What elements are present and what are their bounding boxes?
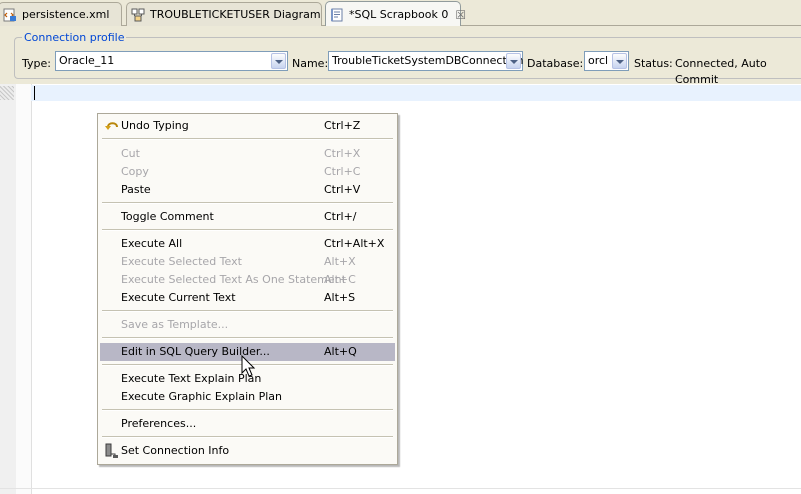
menu-separator [102, 229, 393, 231]
mouse-pointer-icon [241, 355, 256, 377]
sql-scrapbook-icon [331, 8, 343, 21]
editor-divider [0, 488, 801, 489]
menu-item-copy[interactable]: Copy Ctrl+C [100, 163, 395, 181]
menu-separator [102, 138, 393, 140]
diagram-icon [131, 8, 145, 21]
xml-file-icon [3, 8, 16, 21]
database-value: orcl [588, 54, 609, 67]
menu-separator [102, 436, 393, 438]
menu-item-execute-current-text[interactable]: Execute Current Text Alt+S [100, 289, 395, 307]
menu-item-execute-selected-text[interactable]: Execute Selected Text Alt+X [100, 253, 395, 271]
menu-item-undo-typing[interactable]: Undo Typing Ctrl+Z [100, 117, 395, 135]
type-label: Type: [22, 57, 51, 70]
menu-item-toggle-comment[interactable]: Toggle Comment Ctrl+/ [100, 208, 395, 226]
menu-item-paste[interactable]: Paste Ctrl+V [100, 181, 395, 199]
menu-separator [102, 409, 393, 411]
name-value: TroubleTicketSystemDBConnection [332, 54, 524, 67]
menu-item-cut[interactable]: Cut Ctrl+X [100, 145, 395, 163]
type-value: Oracle_11 [59, 54, 115, 67]
connection-profile-panel: Connection profile Type: Oracle_11 Name:… [0, 26, 801, 86]
menu-separator [102, 310, 393, 312]
chevron-down-icon[interactable] [271, 53, 286, 69]
editor-tab-bar: persistence.xml TROUBLETICKETUSER Diagra… [0, 0, 801, 27]
menu-item-preferences[interactable]: Preferences... [100, 415, 395, 433]
menu-item-execute-selected-one-statement[interactable]: Execute Selected Text As One Statement A… [100, 271, 395, 289]
name-label: Name: [292, 57, 329, 70]
close-tab-icon[interactable]: ☒ [455, 8, 466, 22]
database-label: Database: [527, 57, 584, 70]
menu-item-set-connection-info[interactable]: Set Connection Info [100, 442, 395, 460]
name-combo[interactable]: TroubleTicketSystemDBConnection [328, 51, 524, 71]
connection-info-icon [105, 443, 118, 458]
tab-sql-scrapbook[interactable]: *SQL Scrapbook 0 ☒ [325, 1, 466, 27]
status-value: Connected, Auto Commit [675, 57, 767, 86]
tab-label: *SQL Scrapbook 0 [349, 8, 449, 21]
chevron-down-icon[interactable] [506, 53, 521, 69]
menu-separator [102, 337, 393, 339]
tab-label: persistence.xml [22, 8, 110, 21]
context-menu: Undo Typing Ctrl+Z Cut Ctrl+X Copy Ctrl+… [97, 113, 398, 465]
text-caret [34, 86, 35, 100]
connection-profile-title: Connection profile [22, 31, 127, 44]
ruler-marker [0, 86, 14, 100]
menu-item-execute-graphic-explain-plan[interactable]: Execute Graphic Explain Plan [100, 388, 395, 406]
chevron-down-icon[interactable] [612, 53, 627, 69]
vertical-ruler [0, 84, 16, 494]
tab-troubleticketuser-diagram[interactable]: TROUBLETICKETUSER Diagram [126, 2, 322, 26]
menu-separator [102, 202, 393, 204]
current-line-highlight[interactable] [31, 85, 801, 101]
type-combo[interactable]: Oracle_11 [55, 51, 288, 71]
menu-item-save-as-template[interactable]: Save as Template... [100, 316, 395, 334]
tab-label: TROUBLETICKETUSER Diagram [150, 8, 321, 21]
undo-icon [105, 122, 118, 130]
editor-gutter [16, 84, 32, 494]
tab-persistence-xml[interactable]: persistence.xml [0, 2, 122, 26]
status-label: Status: [634, 57, 673, 70]
database-combo[interactable]: orcl [584, 51, 629, 71]
menu-item-execute-all[interactable]: Execute All Ctrl+Alt+X [100, 235, 395, 253]
